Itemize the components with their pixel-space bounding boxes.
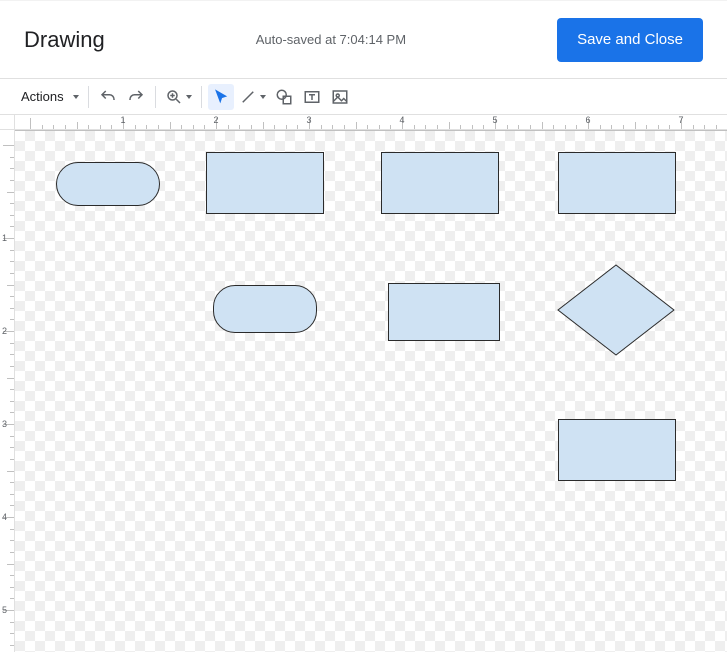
cursor-icon: [212, 88, 230, 106]
line-tool-button[interactable]: [236, 84, 269, 110]
ruler-mark: 3: [2, 419, 7, 429]
rounded-rect-shape[interactable]: [213, 285, 317, 333]
caret-down-icon: [260, 95, 266, 99]
caret-down-icon: [186, 95, 192, 99]
actions-menu-button[interactable]: Actions: [8, 84, 82, 110]
canvas-area: 1 2 3 4 5 6 7 1 2 3 4 5: [0, 115, 727, 652]
undo-icon: [99, 88, 117, 106]
ruler-mark: 5: [492, 115, 497, 125]
ruler-mark: 1: [120, 115, 125, 125]
ruler-mark: 6: [585, 115, 590, 125]
toolbar: Actions: [0, 79, 727, 115]
ruler-mark: 4: [399, 115, 404, 125]
separator: [201, 86, 202, 108]
rect-shape[interactable]: [558, 152, 676, 214]
dialog-title: Drawing: [24, 27, 105, 53]
redo-icon: [127, 88, 145, 106]
undo-button[interactable]: [95, 84, 121, 110]
rect-shape[interactable]: [381, 152, 499, 214]
ruler-mark: 1: [2, 233, 7, 243]
rounded-rect-shape[interactable]: [56, 162, 160, 206]
redo-button[interactable]: [123, 84, 149, 110]
ruler-mark: 7: [678, 115, 683, 125]
text-box-icon: [303, 88, 321, 106]
shape-icon: [275, 88, 293, 106]
drawing-canvas[interactable]: [15, 130, 727, 652]
rect-shape[interactable]: [206, 152, 324, 214]
image-button[interactable]: [327, 84, 353, 110]
zoom-button[interactable]: [162, 84, 195, 110]
separator: [88, 86, 89, 108]
line-icon: [239, 88, 257, 106]
ruler-mark: 2: [2, 326, 7, 336]
caret-down-icon: [73, 95, 79, 99]
separator: [155, 86, 156, 108]
horizontal-ruler: 1 2 3 4 5 6 7: [15, 115, 727, 130]
ruler-corner: [0, 115, 15, 130]
rect-shape[interactable]: [388, 283, 500, 341]
save-and-close-button[interactable]: Save and Close: [557, 18, 703, 62]
ruler-mark: 3: [306, 115, 311, 125]
text-box-button[interactable]: [299, 84, 325, 110]
shape-tool-button[interactable]: [271, 84, 297, 110]
select-tool-button[interactable]: [208, 84, 234, 110]
rect-shape[interactable]: [558, 419, 676, 481]
ruler-mark: 2: [213, 115, 218, 125]
diamond-shape[interactable]: [557, 264, 675, 356]
image-icon: [331, 88, 349, 106]
ruler-mark: 4: [2, 512, 7, 522]
vertical-ruler: 1 2 3 4 5: [0, 130, 15, 652]
ruler-mark: 5: [2, 605, 7, 615]
dialog-header: Drawing Auto-saved at 7:04:14 PM Save an…: [0, 1, 727, 79]
zoom-icon: [165, 88, 183, 106]
autosave-status: Auto-saved at 7:04:14 PM: [256, 32, 406, 47]
